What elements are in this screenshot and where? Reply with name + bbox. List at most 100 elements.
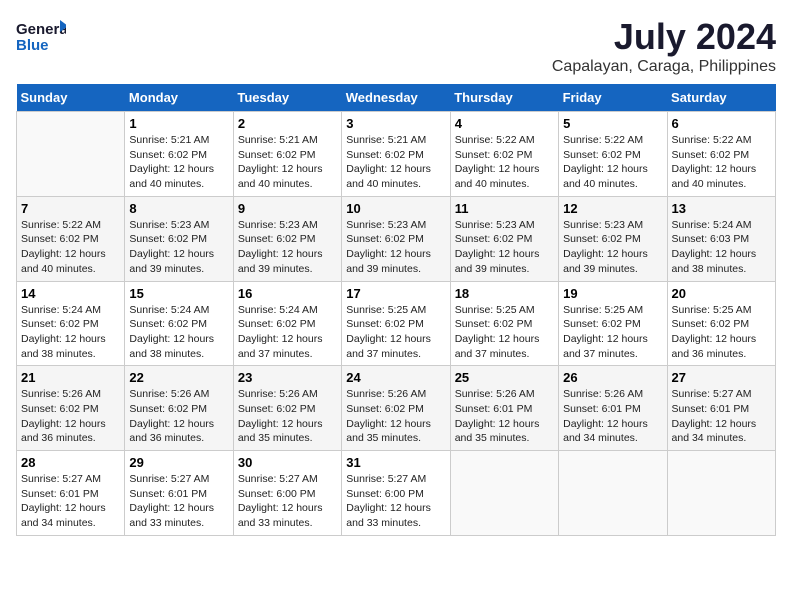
- day-number: 5: [563, 116, 662, 131]
- day-info: Sunrise: 5:24 AM Sunset: 6:03 PM Dayligh…: [672, 218, 771, 277]
- day-info: Sunrise: 5:23 AM Sunset: 6:02 PM Dayligh…: [238, 218, 337, 277]
- calendar-cell: 9Sunrise: 5:23 AM Sunset: 6:02 PM Daylig…: [233, 196, 341, 281]
- header-monday: Monday: [125, 84, 233, 112]
- day-number: 15: [129, 286, 228, 301]
- day-info: Sunrise: 5:27 AM Sunset: 6:01 PM Dayligh…: [129, 472, 228, 531]
- calendar-cell: 25 Sunrise: 5:26 AM Sunset: 6:01 PM Dayli…: [450, 366, 558, 451]
- day-number: 6: [672, 116, 771, 131]
- day-info: Sunrise: 5:24 AM Sunset: 6:02 PM Dayligh…: [21, 303, 120, 362]
- header-sunday: Sunday: [17, 84, 125, 112]
- day-number: 28: [21, 455, 120, 470]
- svg-text:General: General: [16, 21, 66, 38]
- day-number: 26: [563, 370, 662, 385]
- calendar-body: 1 Sunrise: 5:21 AM Sunset: 6:02 PM Daylig…: [17, 112, 776, 536]
- calendar-cell: [559, 451, 667, 536]
- day-number: 2: [238, 116, 337, 131]
- day-info: Sunrise: 5:27 AM Sunset: 6:01 PM Dayligh…: [21, 472, 120, 531]
- day-number: 4: [455, 116, 554, 131]
- calendar-cell: 24Sunrise: 5:26 AM Sunset: 6:02 PM Dayli…: [342, 366, 450, 451]
- calendar-week-4: 21Sunrise: 5:26 AM Sunset: 6:02 PM Dayli…: [17, 366, 776, 451]
- header-thursday: Thursday: [450, 84, 558, 112]
- day-number: 31: [346, 455, 445, 470]
- calendar-cell: [667, 451, 775, 536]
- day-info: Sunrise: 5:23 AM Sunset: 6:02 PM Dayligh…: [129, 218, 228, 277]
- logo-container: General Blue: [16, 16, 66, 58]
- day-info: Sunrise: 5:26 AM Sunset: 6:01 PM Dayligh…: [455, 387, 554, 446]
- day-number: 27: [672, 370, 771, 385]
- day-number: 7: [21, 201, 120, 216]
- day-info: Sunrise: 5:27 AM Sunset: 6:01 PM Dayligh…: [672, 387, 771, 446]
- calendar-cell: 10 Sunrise: 5:23 AM Sunset: 6:02 PM Dayli…: [342, 196, 450, 281]
- day-number: 16: [238, 286, 337, 301]
- calendar-cell: 12Sunrise: 5:23 AM Sunset: 6:02 PM Dayli…: [559, 196, 667, 281]
- day-number: 3: [346, 116, 445, 131]
- calendar-cell: [450, 451, 558, 536]
- calendar-cell: 14 Sunrise: 5:24 AM Sunset: 6:02 PM Dayli…: [17, 281, 125, 366]
- day-number: 25: [455, 370, 554, 385]
- day-info: Sunrise: 5:26 AM Sunset: 6:02 PM Dayligh…: [21, 387, 120, 446]
- day-number: 20: [672, 286, 771, 301]
- day-info: Sunrise: 5:25 AM Sunset: 6:02 PM Dayligh…: [455, 303, 554, 362]
- calendar-cell: 8 Sunrise: 5:23 AM Sunset: 6:02 PM Daylig…: [125, 196, 233, 281]
- calendar-cell: 31 Sunrise: 5:27 AM Sunset: 6:00 PM Dayli…: [342, 451, 450, 536]
- day-info: Sunrise: 5:22 AM Sunset: 6:02 PM Dayligh…: [672, 133, 771, 192]
- day-number: 22: [129, 370, 228, 385]
- calendar-cell: 22 Sunrise: 5:26 AM Sunset: 6:02 PM Dayli…: [125, 366, 233, 451]
- day-number: 23: [238, 370, 337, 385]
- logo: General Blue: [16, 16, 66, 58]
- calendar-cell: 2 Sunrise: 5:21 AM Sunset: 6:02 PM Daylig…: [233, 112, 341, 197]
- day-info: Sunrise: 5:23 AM Sunset: 6:02 PM Dayligh…: [346, 218, 445, 277]
- day-info: Sunrise: 5:22 AM Sunset: 6:02 PM Dayligh…: [455, 133, 554, 192]
- calendar-cell: 29 Sunrise: 5:27 AM Sunset: 6:01 PM Dayli…: [125, 451, 233, 536]
- calendar-week-3: 14 Sunrise: 5:24 AM Sunset: 6:02 PM Dayli…: [17, 281, 776, 366]
- calendar-cell: 1 Sunrise: 5:21 AM Sunset: 6:02 PM Daylig…: [125, 112, 233, 197]
- calendar-cell: 28 Sunrise: 5:27 AM Sunset: 6:01 PM Dayli…: [17, 451, 125, 536]
- calendar-cell: 26Sunrise: 5:26 AM Sunset: 6:01 PM Dayli…: [559, 366, 667, 451]
- day-info: Sunrise: 5:26 AM Sunset: 6:02 PM Dayligh…: [129, 387, 228, 446]
- day-info: Sunrise: 5:25 AM Sunset: 6:02 PM Dayligh…: [346, 303, 445, 362]
- day-info: Sunrise: 5:26 AM Sunset: 6:02 PM Dayligh…: [346, 387, 445, 446]
- day-info: Sunrise: 5:23 AM Sunset: 6:02 PM Dayligh…: [455, 218, 554, 277]
- day-number: 13: [672, 201, 771, 216]
- calendar-cell: 21Sunrise: 5:26 AM Sunset: 6:02 PM Dayli…: [17, 366, 125, 451]
- calendar-cell: 19Sunrise: 5:25 AM Sunset: 6:02 PM Dayli…: [559, 281, 667, 366]
- day-number: 10: [346, 201, 445, 216]
- calendar-cell: 27 Sunrise: 5:27 AM Sunset: 6:01 PM Dayli…: [667, 366, 775, 451]
- day-number: 17: [346, 286, 445, 301]
- day-number: 8: [129, 201, 228, 216]
- day-info: Sunrise: 5:26 AM Sunset: 6:02 PM Dayligh…: [238, 387, 337, 446]
- day-info: Sunrise: 5:22 AM Sunset: 6:02 PM Dayligh…: [563, 133, 662, 192]
- header-saturday: Saturday: [667, 84, 775, 112]
- day-number: 18: [455, 286, 554, 301]
- calendar-cell: 20 Sunrise: 5:25 AM Sunset: 6:02 PM Dayli…: [667, 281, 775, 366]
- day-info: Sunrise: 5:27 AM Sunset: 6:00 PM Dayligh…: [238, 472, 337, 531]
- location-subtitle: Capalayan, Caraga, Philippines: [552, 58, 776, 76]
- day-number: 30: [238, 455, 337, 470]
- day-info: Sunrise: 5:27 AM Sunset: 6:00 PM Dayligh…: [346, 472, 445, 531]
- day-info: Sunrise: 5:21 AM Sunset: 6:02 PM Dayligh…: [238, 133, 337, 192]
- page-header: General Blue July 2024 Capalayan, Caraga…: [16, 16, 776, 76]
- calendar-cell: [17, 112, 125, 197]
- calendar-week-1: 1 Sunrise: 5:21 AM Sunset: 6:02 PM Daylig…: [17, 112, 776, 197]
- day-info: Sunrise: 5:21 AM Sunset: 6:02 PM Dayligh…: [346, 133, 445, 192]
- day-number: 12: [563, 201, 662, 216]
- day-number: 14: [21, 286, 120, 301]
- day-info: Sunrise: 5:25 AM Sunset: 6:02 PM Dayligh…: [672, 303, 771, 362]
- header-tuesday: Tuesday: [233, 84, 341, 112]
- day-info: Sunrise: 5:25 AM Sunset: 6:02 PM Dayligh…: [563, 303, 662, 362]
- svg-text:Blue: Blue: [16, 37, 49, 54]
- calendar-cell: 23 Sunrise: 5:26 AM Sunset: 6:02 PM Dayli…: [233, 366, 341, 451]
- day-number: 29: [129, 455, 228, 470]
- calendar-cell: 4 Sunrise: 5:22 AM Sunset: 6:02 PM Daylig…: [450, 112, 558, 197]
- calendar-cell: 5 Sunrise: 5:22 AM Sunset: 6:02 PM Daylig…: [559, 112, 667, 197]
- day-info: Sunrise: 5:21 AM Sunset: 6:02 PM Dayligh…: [129, 133, 228, 192]
- header-friday: Friday: [559, 84, 667, 112]
- calendar-cell: 30 Sunrise: 5:27 AM Sunset: 6:00 PM Dayli…: [233, 451, 341, 536]
- title-block: July 2024 Capalayan, Caraga, Philippines: [552, 16, 776, 76]
- calendar-cell: 3 Sunrise: 5:21 AM Sunset: 6:02 PM Daylig…: [342, 112, 450, 197]
- logo-graphic: General Blue: [16, 16, 66, 58]
- calendar-cell: 15Sunrise: 5:24 AM Sunset: 6:02 PM Dayli…: [125, 281, 233, 366]
- calendar-cell: 7Sunrise: 5:22 AM Sunset: 6:02 PM Daylig…: [17, 196, 125, 281]
- day-info: Sunrise: 5:24 AM Sunset: 6:02 PM Dayligh…: [238, 303, 337, 362]
- day-number: 1: [129, 116, 228, 131]
